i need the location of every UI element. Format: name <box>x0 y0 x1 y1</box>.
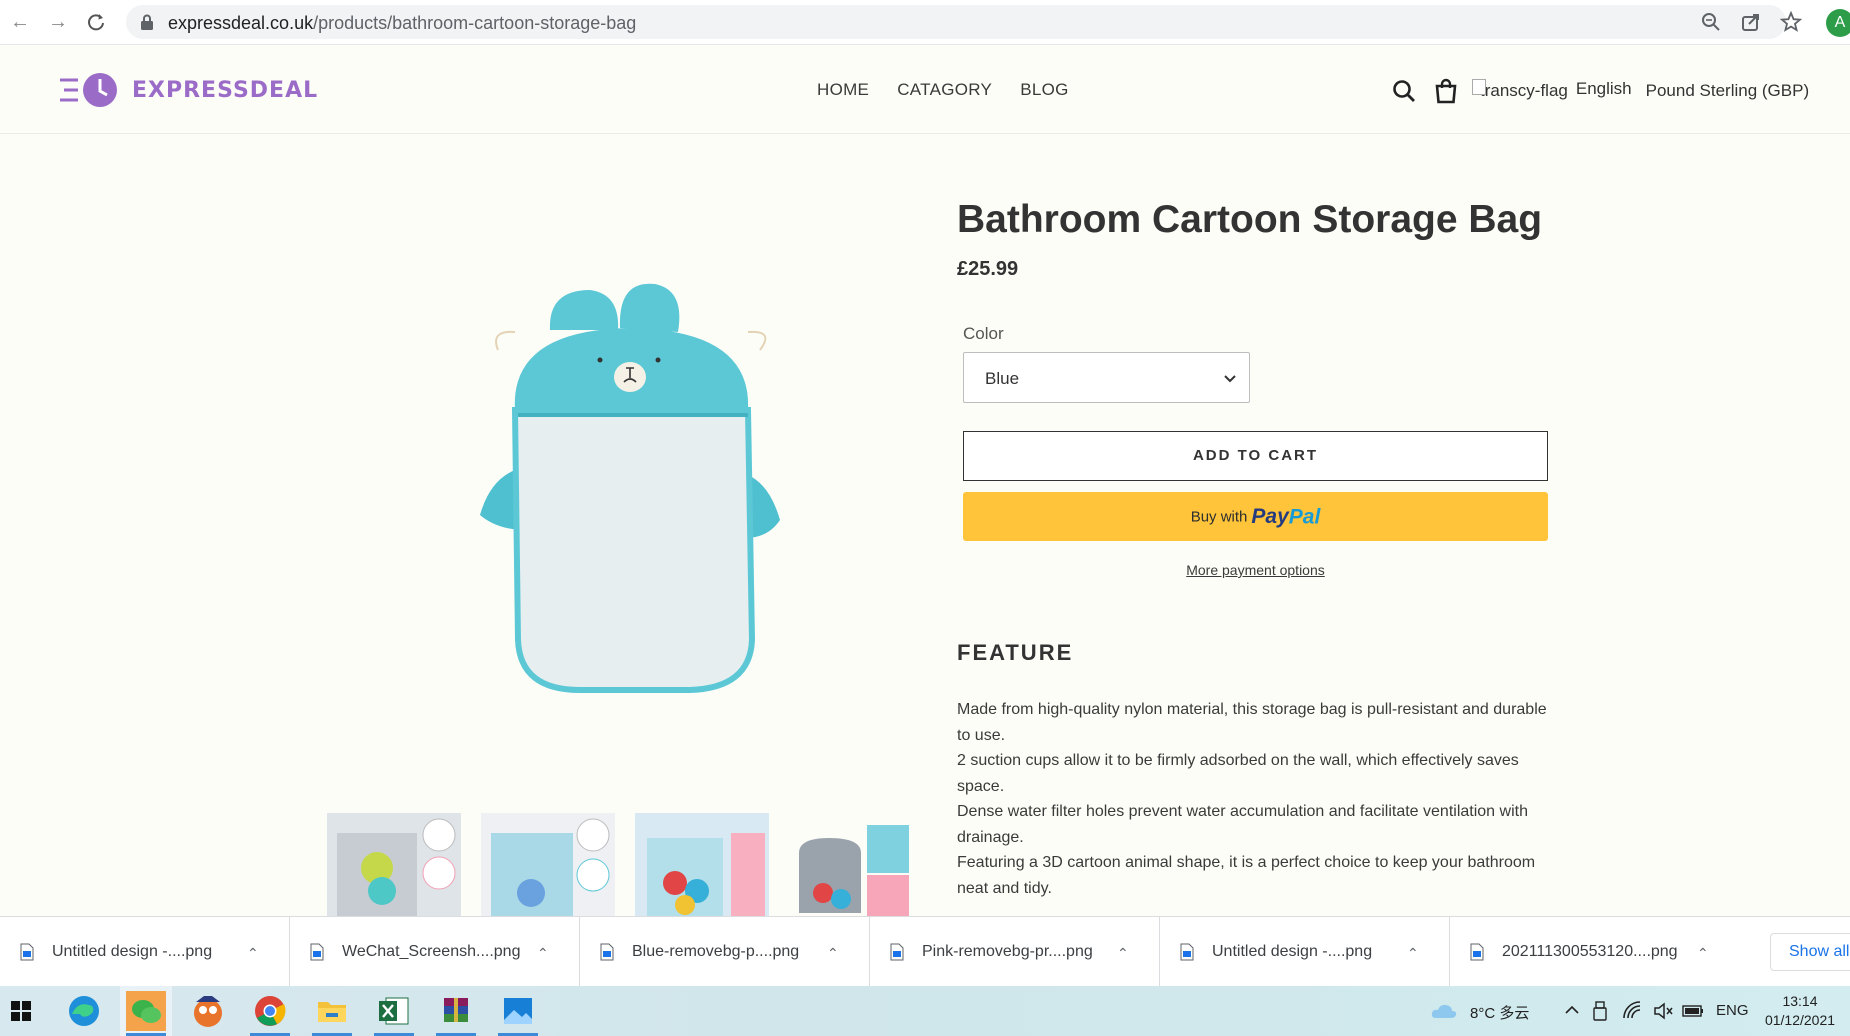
download-item[interactable]: WeChat_Screensh....png ⌃ <box>290 917 580 987</box>
language-select[interactable]: English <box>1576 79 1632 99</box>
browser-toolbar: ← → expressdeal.co.uk/products/bathroom-… <box>0 0 1850 45</box>
search-icon[interactable] <box>1390 77 1418 105</box>
show-all-button[interactable]: Show all <box>1770 933 1850 971</box>
feature-line: 2 suction cups allow it to be firmly ads… <box>957 752 1519 795</box>
chevron-up-icon[interactable]: ⌃ <box>1407 945 1419 962</box>
color-select-value: Blue <box>985 369 1020 388</box>
nav-category[interactable]: CATAGORY <box>897 80 992 100</box>
product-title: Bathroom Cartoon Storage Bag <box>957 198 1543 241</box>
paypal-buy-text: Buy with <box>1190 508 1248 526</box>
weather-cloud-icon[interactable] <box>1430 1000 1458 1022</box>
thumbnail-1[interactable] <box>327 813 461 917</box>
windows-taskbar: 8°C 多云 ENG 13:14 01/12/2021 <box>0 986 1850 1036</box>
chevron-up-icon[interactable]: ⌃ <box>537 945 549 962</box>
language-flag[interactable]: transcy-flag <box>1472 79 1568 101</box>
chevron-down-icon <box>1224 375 1236 383</box>
product-thumbnails <box>327 813 923 917</box>
excel-icon[interactable] <box>368 986 420 1036</box>
cart-bag-icon[interactable] <box>1432 77 1460 105</box>
system-clock[interactable]: 13:14 01/12/2021 <box>1758 992 1842 1030</box>
winrar-icon[interactable] <box>430 986 482 1036</box>
chevron-up-icon[interactable]: ⌃ <box>827 945 839 962</box>
color-select[interactable]: Blue <box>963 352 1250 403</box>
clock-logo-icon <box>60 73 117 107</box>
thumbnail-4[interactable] <box>789 813 923 917</box>
color-label: Color <box>963 324 1004 343</box>
edge-icon[interactable] <box>58 986 110 1036</box>
download-item[interactable]: Untitled design -....png ⌃ <box>0 917 290 987</box>
wifi-icon[interactable] <box>1622 1000 1644 1022</box>
paypal-button[interactable]: Buy with PayPal <box>963 492 1548 541</box>
url-text: expressdeal.co.uk/products/bathroom-cart… <box>168 13 637 33</box>
header-actions: transcy-flag English Pound Sterling (GBP… <box>1390 76 1809 106</box>
paypal-logo-pal: Pal <box>1288 505 1321 529</box>
forward-icon[interactable]: → <box>46 10 70 34</box>
feature-line: Dense water filter holes prevent water a… <box>957 803 1528 846</box>
profile-avatar[interactable]: A <box>1826 9 1850 37</box>
photos-icon[interactable] <box>492 986 544 1036</box>
game-app-icon[interactable] <box>182 986 234 1036</box>
chevron-up-icon[interactable]: ⌃ <box>247 945 259 962</box>
volume-muted-icon[interactable] <box>1652 1000 1674 1022</box>
paypal-logo-pay: Pay <box>1251 505 1289 529</box>
download-item[interactable]: Pink-removebg-pr....png ⌃ <box>870 917 1160 987</box>
usb-device-icon[interactable] <box>1592 1000 1608 1022</box>
input-language[interactable]: ENG <box>1716 1002 1749 1019</box>
feature-heading: FEATURE <box>957 640 1074 665</box>
chrome-icon[interactable] <box>244 986 296 1036</box>
share-icon[interactable] <box>1740 11 1762 33</box>
feature-line: Made from high-quality nylon material, t… <box>957 701 1547 744</box>
address-bar[interactable]: expressdeal.co.uk/products/bathroom-cart… <box>126 5 1802 39</box>
windows-start-icon[interactable] <box>0 986 52 1036</box>
file-icon <box>890 943 904 961</box>
nav-blog[interactable]: BLOG <box>1020 80 1068 100</box>
download-item[interactable]: Untitled design -....png ⌃ <box>1160 917 1450 987</box>
bookmark-star-icon[interactable] <box>1780 11 1802 33</box>
product-main-image[interactable] <box>430 270 830 700</box>
chevron-up-icon[interactable] <box>1564 1003 1580 1017</box>
product-price: £25.99 <box>957 258 1019 280</box>
thumbnail-2[interactable] <box>481 813 615 917</box>
reload-icon[interactable] <box>84 10 108 34</box>
chevron-up-icon[interactable]: ⌃ <box>1117 945 1129 962</box>
add-to-cart-button[interactable]: ADD TO CART <box>963 431 1548 481</box>
file-icon <box>20 943 34 961</box>
zoom-icon[interactable] <box>1700 11 1722 33</box>
site-header: EXPRESSDEAL HOME CATAGORY BLOG transcy-f… <box>0 46 1850 134</box>
nav-home[interactable]: HOME <box>817 80 869 100</box>
file-icon <box>310 943 324 961</box>
battery-icon[interactable] <box>1682 1004 1704 1018</box>
feature-description: Made from high-quality nylon material, t… <box>957 697 1557 901</box>
chevron-up-icon[interactable]: ⌃ <box>1697 945 1709 962</box>
currency-select[interactable]: Pound Sterling (GBP) <box>1646 81 1809 101</box>
file-icon <box>1470 943 1484 961</box>
thumbnail-3[interactable] <box>635 813 769 917</box>
site-logo[interactable]: EXPRESSDEAL <box>58 70 318 110</box>
download-item[interactable]: 202111300553120....png ⌃ <box>1450 917 1740 987</box>
file-explorer-icon[interactable] <box>306 986 358 1036</box>
lock-icon <box>141 14 153 30</box>
download-bar: Untitled design -....png ⌃ WeChat_Screen… <box>0 916 1850 987</box>
back-icon[interactable]: ← <box>8 10 32 34</box>
file-icon <box>600 943 614 961</box>
file-icon <box>1180 943 1194 961</box>
wechat-icon[interactable] <box>120 986 172 1036</box>
download-item[interactable]: Blue-removebg-p....png ⌃ <box>580 917 870 987</box>
more-payment-options-link[interactable]: More payment options <box>963 562 1548 578</box>
feature-line: Featuring a 3D cartoon animal shape, it … <box>957 854 1536 897</box>
weather-text[interactable]: 8°C 多云 <box>1470 1002 1529 1023</box>
main-nav: HOME CATAGORY BLOG <box>817 80 1069 100</box>
logo-text: EXPRESSDEAL <box>132 77 319 103</box>
